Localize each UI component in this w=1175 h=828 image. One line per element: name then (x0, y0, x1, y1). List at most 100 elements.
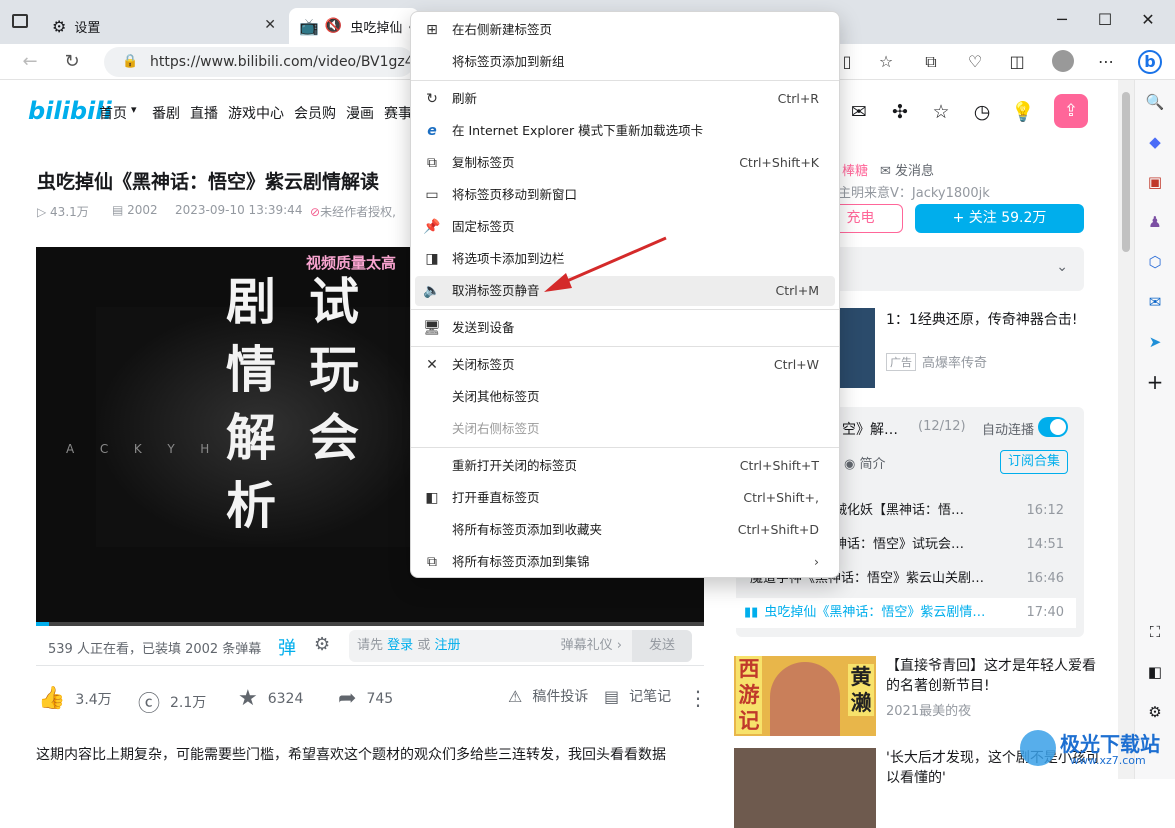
scrollbar-thumb[interactable] (1122, 92, 1130, 252)
menu-move-to-new-window[interactable]: ▭ 将标签页移动到新窗口 (415, 180, 835, 210)
intro-tab[interactable]: ◉ 简介 (844, 453, 886, 472)
sidebar-toggle-icon[interactable]: ◧ (1143, 660, 1167, 684)
danmaku-input[interactable]: 请先 登录 或 注册 弹幕礼仪 › 发送 (349, 630, 692, 662)
tab-settings[interactable]: ⚙ 设置 ✕ (42, 8, 286, 44)
menu-add-all-to-favorites[interactable]: 将所有标签页添加到收藏夹 Ctrl+Shift+D (415, 515, 835, 545)
subscribe-collection-button[interactable]: 订阅合集 (1000, 450, 1068, 474)
calligraphy-char: 析 (226, 476, 276, 535)
nav-game-center[interactable]: 游戏中心 (228, 103, 284, 123)
register-link[interactable]: 注册 (434, 638, 460, 653)
settings-icon[interactable]: ⚙ (1143, 700, 1167, 724)
menu-vertical-tabs[interactable]: ◧ 打开垂直标签页 Ctrl+Shift+, (415, 483, 835, 513)
ie-icon: e (427, 123, 437, 139)
like-button[interactable]: 👍 3.4万 (38, 686, 112, 711)
nav-live[interactable]: 直播 (190, 103, 218, 123)
sidebar-add-icon: ◨ (425, 251, 439, 267)
follow-button[interactable]: + 关注 59.2万 (915, 204, 1084, 233)
play-count: ▷ 43.1万 (37, 205, 89, 219)
menu-divider (411, 346, 839, 347)
history-icon[interactable]: ◷ (970, 100, 994, 124)
ad-source: 高爆率传奇 (922, 356, 988, 371)
url-field[interactable]: 🔒 https://www.bilibili.com/video/BV1gz4y… (104, 47, 414, 77)
coin-button[interactable]: ⓒ 2.1万 (138, 686, 206, 718)
menu-close-other-tabs[interactable]: 关闭其他标签页 (415, 382, 835, 412)
upload-button[interactable]: ⇪ (1054, 94, 1088, 128)
message-icon[interactable]: ✉ (847, 100, 871, 124)
share-icon: ➦ (338, 686, 357, 711)
danmaku-count: ▤ 2002 (112, 203, 158, 217)
chevron-down-icon[interactable]: ⌄ (1056, 259, 1068, 275)
muted-speaker-icon[interactable]: 🔇 (325, 18, 342, 34)
menu-reopen-closed-tab[interactable]: 重新打开关闭的标签页 Ctrl+Shift+T (415, 451, 835, 481)
favorite-icon[interactable]: ☆ (929, 100, 953, 124)
profile-avatar[interactable] (1052, 50, 1074, 72)
ad-title[interactable]: 1：1经典还原，传奇神器合击! (886, 310, 1101, 330)
site-watermark: 极光下载站 www.xz7.com (1020, 726, 1170, 776)
add-icon[interactable]: + (1143, 370, 1167, 394)
bing-copilot-icon[interactable]: b (1138, 50, 1162, 74)
share-button[interactable]: ➦ 745 (338, 686, 393, 711)
favorites-icon[interactable]: ☆ (874, 50, 898, 74)
page-scrollbar[interactable] (1118, 80, 1134, 779)
rec-title[interactable]: 【直接爷青回】这才是年轻人爱看的名著创新节目! (886, 656, 1101, 696)
split-screen-icon[interactable]: ◫ (1005, 50, 1029, 74)
menu-refresh[interactable]: ↻ 刷新 Ctrl+R (415, 84, 835, 114)
office-icon[interactable]: ⬡ (1143, 250, 1167, 274)
playlist-item-current[interactable]: ▮▮ 虫吃掉仙《黑神话：悟空》紫云剧情… 17:40 (736, 598, 1076, 628)
ad-tag: 广告 (886, 353, 916, 371)
more-actions-icon[interactable]: ⋮ (688, 686, 708, 710)
menu-send-to-device[interactable]: 🖥 发送到设备 (415, 313, 835, 343)
menu-duplicate-tab[interactable]: ⧉ 复制标签页 Ctrl+Shift+K (415, 148, 835, 178)
login-link[interactable]: 登录 (387, 638, 413, 653)
screenshot-icon[interactable]: ⛶ (1143, 620, 1167, 644)
favorite-button[interactable]: ★ 6324 (238, 686, 303, 711)
nav-vip-shop[interactable]: 会员购 (294, 103, 336, 123)
send-message-link[interactable]: ✉ 发消息 (880, 160, 934, 179)
toolbox-icon[interactable]: ▣ (1143, 170, 1167, 194)
performance-icon[interactable]: ♡ (963, 50, 987, 74)
tab-actions-icon[interactable] (12, 14, 28, 28)
report-button[interactable]: ⚠ 稿件投诉 (508, 686, 588, 706)
tab-bilibili[interactable]: 📺 🔇 虫吃掉仙《 (289, 8, 419, 44)
danmaku-toggle-icon[interactable]: 弹 (278, 634, 296, 660)
outlook-icon[interactable]: ✉ (1143, 290, 1167, 314)
maximize-button[interactable]: ☐ (1090, 10, 1120, 29)
send-icon[interactable]: ➤ (1143, 330, 1167, 354)
refresh-icon[interactable]: ↻ (60, 50, 84, 74)
creator-icon[interactable]: 💡 (1011, 100, 1035, 124)
nav-home[interactable]: 首页 (99, 103, 127, 123)
rec-thumbnail[interactable]: 西游记 黄濑 (734, 656, 876, 736)
danmaku-etiquette-link[interactable]: 弹幕礼仪 › (561, 630, 622, 662)
close-icon[interactable]: ✕ (264, 17, 276, 33)
speaker-icon: 🔈 (423, 283, 441, 299)
calligraphy-char: 会 (309, 408, 359, 467)
send-danmaku-button[interactable]: 发送 (632, 630, 692, 662)
nav-anime[interactable]: 番剧 (152, 103, 180, 123)
dynamic-icon[interactable]: ✣ (888, 100, 912, 124)
menu-add-all-to-collections[interactable]: ⧉ 将所有标签页添加到集锦 › (415, 547, 835, 577)
games-icon[interactable]: ♟ (1143, 210, 1167, 234)
playlist-title: 空》解… (842, 422, 898, 438)
menu-add-to-new-group[interactable]: 将标签页添加到新组 (415, 47, 835, 77)
collections-icon[interactable]: ⧉ (919, 50, 943, 74)
collections-icon: ⧉ (427, 554, 437, 570)
tag-icon[interactable]: ◆ (1143, 130, 1167, 154)
close-icon: ✕ (426, 357, 438, 373)
danmaku-settings-icon[interactable]: ⚙ (314, 634, 330, 655)
search-icon[interactable]: 🔍 (1143, 90, 1167, 114)
more-icon[interactable]: ⋯ (1094, 50, 1118, 74)
collection-box[interactable]: ⌄ (818, 247, 1084, 291)
danmaku-bar: 539 人正在看，已装填 2002 条弹幕 弹 ⚙ 请先 登录 或 注册 弹幕礼… (36, 626, 704, 666)
nav-manga[interactable]: 漫画 (346, 103, 374, 123)
notes-button[interactable]: ▤ 记笔记 (604, 686, 671, 706)
back-icon[interactable]: ← (18, 50, 42, 74)
minimize-button[interactable]: ─ (1047, 10, 1077, 29)
rec-thumbnail[interactable] (734, 748, 876, 828)
menu-close-tab[interactable]: ✕ 关闭标签页 Ctrl+W (415, 350, 835, 380)
close-window-button[interactable]: ✕ (1133, 10, 1163, 29)
thumbs-up-icon: 👍 (38, 686, 66, 711)
nav-esports[interactable]: 赛事 (384, 103, 412, 123)
menu-new-tab-right[interactable]: ⊞ 在右侧新建标签页 (415, 15, 835, 45)
menu-reload-ie-mode[interactable]: e在 Internet Explorer 模式下重新加载选项卡 (415, 116, 835, 146)
autoplay-toggle[interactable] (1038, 417, 1068, 437)
